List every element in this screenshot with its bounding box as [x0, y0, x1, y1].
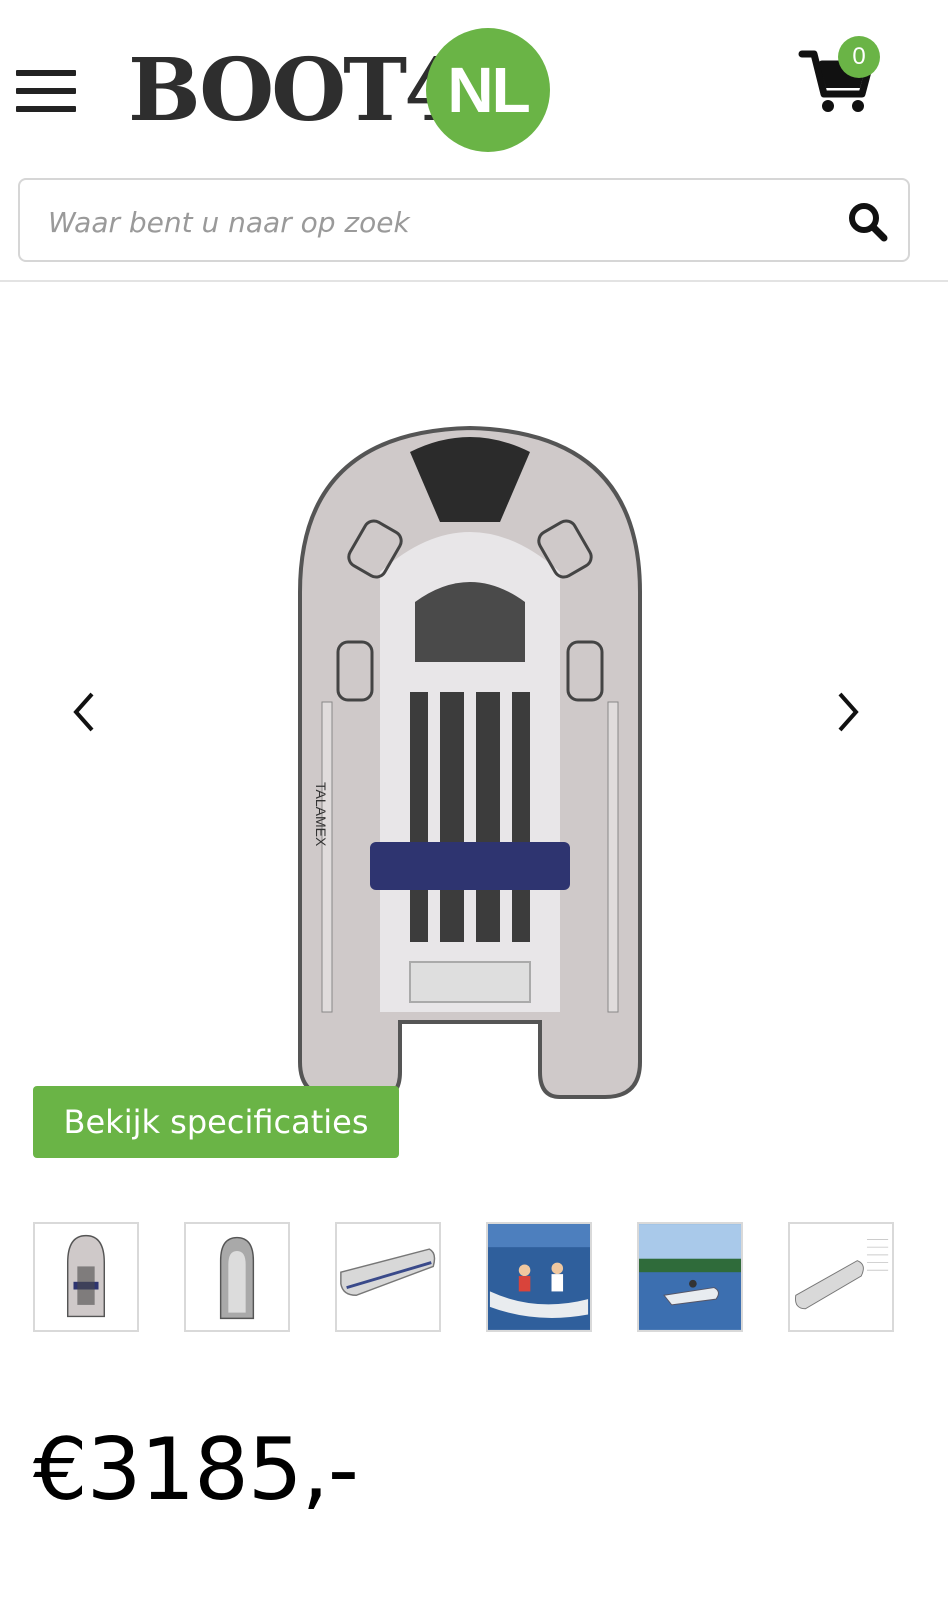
boat-technical-drawing-icon — [790, 1224, 892, 1330]
boat-top-view-icon — [35, 1224, 137, 1330]
main-product-image[interactable]: TALAMEX — [260, 422, 680, 1102]
thumbnail-1[interactable] — [33, 1222, 139, 1332]
boat-brand-text: TALAMEX — [313, 782, 329, 847]
thumbnail-6[interactable] — [788, 1222, 894, 1332]
cart-button[interactable]: 0 — [798, 30, 900, 112]
search-input[interactable] — [46, 196, 810, 248]
site-logo[interactable]: BOOT4 NL — [128, 28, 568, 158]
view-specifications-button[interactable]: Bekijk specificaties — [33, 1086, 399, 1158]
boat-with-people-icon — [488, 1224, 590, 1330]
thumbnail-5[interactable] — [637, 1222, 743, 1332]
menu-icon[interactable] — [16, 70, 76, 114]
gallery-next-button[interactable] — [828, 682, 868, 742]
thumbnail-4[interactable] — [486, 1222, 592, 1332]
product-price: €3185,- — [33, 1420, 359, 1520]
boat-side-view-icon — [337, 1224, 439, 1330]
thumbnail-3[interactable] — [335, 1222, 441, 1332]
product-gallery: TALAMEX — [0, 282, 948, 1182]
search-button[interactable] — [846, 200, 890, 244]
gallery-prev-button[interactable] — [64, 682, 104, 742]
chevron-right-icon — [838, 692, 859, 732]
thumbnail-strip — [33, 1222, 933, 1336]
boat-sailing-on-lake-icon — [639, 1224, 741, 1330]
boat-empty-top-view-icon — [186, 1224, 288, 1330]
thumbnail-2[interactable] — [184, 1222, 290, 1332]
logo-text: BOOT4 — [128, 40, 464, 141]
search-icon — [849, 203, 888, 242]
search-bar — [18, 178, 910, 262]
cart-count-badge: 0 — [838, 36, 880, 78]
site-header: BOOT4 NL 0 — [0, 0, 948, 282]
chevron-left-icon — [73, 692, 94, 732]
logo-badge: NL — [426, 28, 550, 152]
